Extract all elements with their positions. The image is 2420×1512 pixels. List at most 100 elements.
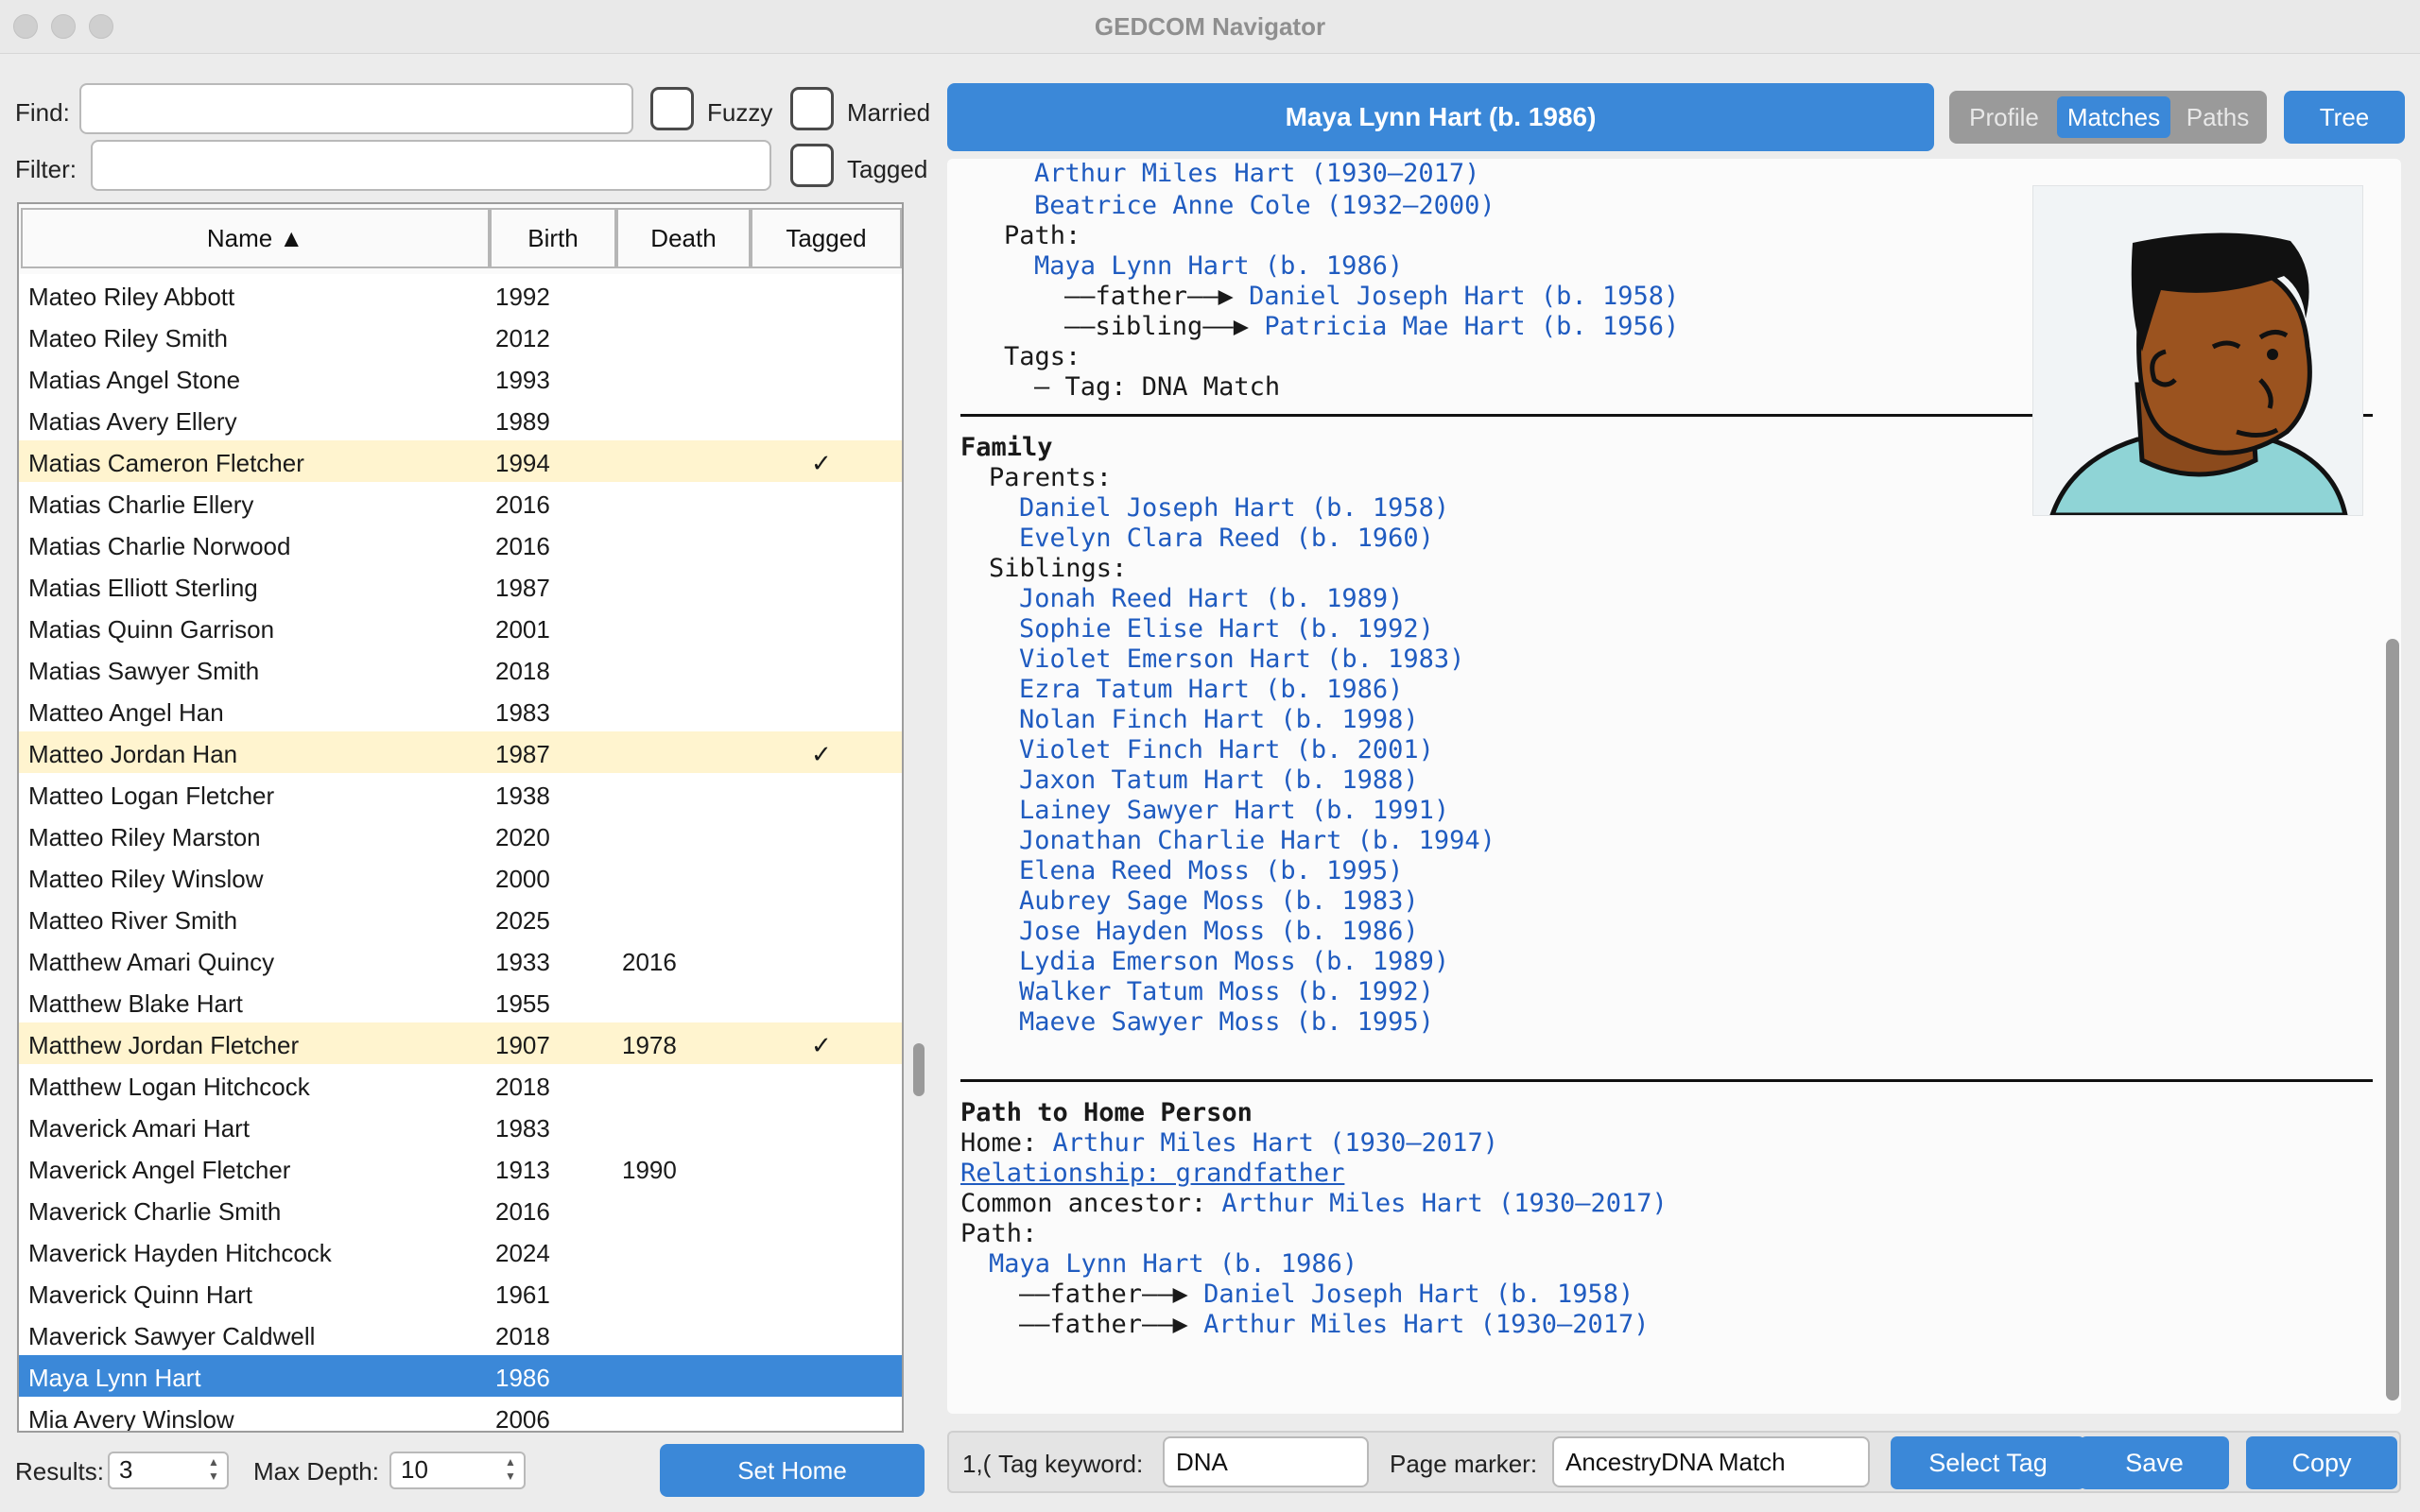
- married-checkbox[interactable]: [790, 87, 834, 130]
- common-ancestor-link[interactable]: Arthur Miles Hart (1930–2017): [1221, 1189, 1667, 1218]
- sibling-link[interactable]: Lainey Sawyer Hart (b. 1991): [1019, 796, 1449, 825]
- person-link[interactable]: Daniel Joseph Hart (b. 1958): [1203, 1280, 1634, 1309]
- title-bar: GEDCOM Navigator: [0, 0, 2420, 54]
- fuzzy-checkbox[interactable]: [650, 87, 694, 130]
- sibling-link[interactable]: Aubrey Sage Moss (b. 1983): [1019, 886, 1419, 916]
- tagged-label: Tagged: [847, 155, 928, 183]
- table-scrollbar[interactable]: [913, 1043, 925, 1096]
- table-row[interactable]: Matteo Riley Winslow 2000: [19, 856, 902, 898]
- save-button[interactable]: Save: [2080, 1436, 2229, 1489]
- select-tag-button[interactable]: Select Tag: [1891, 1436, 2085, 1489]
- person-name-cell: Maverick Quinn Hart: [28, 1280, 252, 1309]
- person-link[interactable]: Arthur Miles Hart (1930–2017): [1203, 1310, 1649, 1339]
- person-link[interactable]: Daniel Joseph Hart (b. 1958): [1249, 282, 1679, 311]
- sibling-link[interactable]: Jonathan Charlie Hart (b. 1994): [1019, 826, 1495, 855]
- table-row[interactable]: Matias Elliott Sterling 1987: [19, 565, 902, 607]
- table-row[interactable]: Matteo Angel Han 1983: [19, 690, 902, 731]
- person-name-cell: Matias Charlie Ellery: [28, 490, 254, 519]
- person-link[interactable]: Maya Lynn Hart (b. 1986): [989, 1249, 1357, 1279]
- relationship-link[interactable]: Relationship: grandfather: [960, 1159, 1344, 1188]
- table-row[interactable]: Mateo Riley Smith 2012: [19, 316, 902, 357]
- table-row[interactable]: Matteo Riley Marston 2020: [19, 815, 902, 856]
- stepper-arrows-icon[interactable]: ▲ ▼: [501, 1455, 520, 1486]
- tab-matches[interactable]: Matches: [2057, 96, 2170, 138]
- find-input[interactable]: [79, 83, 633, 134]
- table-row[interactable]: Maverick Charlie Smith 2016: [19, 1189, 902, 1230]
- sibling-link[interactable]: Violet Finch Hart (b. 2001): [1019, 735, 1434, 765]
- table-row[interactable]: Matias Cameron Fletcher 1994 ✓: [19, 440, 902, 482]
- details-scrollbar[interactable]: [2386, 639, 2399, 1400]
- person-name-cell: Matteo River Smith: [28, 906, 238, 935]
- table-row[interactable]: Maverick Hayden Hitchcock 2024: [19, 1230, 902, 1272]
- tab-profile[interactable]: Profile: [1955, 96, 2053, 138]
- table-row[interactable]: Matteo River Smith 2025: [19, 898, 902, 939]
- copy-button[interactable]: Copy: [2246, 1436, 2397, 1489]
- path-label: Path:: [960, 1219, 1038, 1248]
- table-row[interactable]: Maverick Angel Fletcher 1913 1990: [19, 1147, 902, 1189]
- tag-keyword-input[interactable]: [1163, 1436, 1369, 1487]
- page-marker-input[interactable]: [1552, 1436, 1870, 1487]
- sibling-link[interactable]: Violet Emerson Hart (b. 1983): [1019, 644, 1464, 674]
- birth-cell: 1993: [495, 366, 550, 394]
- person-link[interactable]: Beatrice Anne Cole (1932–2000): [1034, 191, 1495, 220]
- table-row[interactable]: Mateo Riley Abbott 1992: [19, 274, 902, 316]
- column-header-tagged[interactable]: Tagged: [751, 208, 902, 268]
- sibling-link[interactable]: Lydia Emerson Moss (b. 1989): [1019, 947, 1449, 976]
- table-row[interactable]: Matthew Blake Hart 1955: [19, 981, 902, 1022]
- person-link[interactable]: Arthur Miles Hart (1930–2017): [1034, 163, 1479, 188]
- sibling-link[interactable]: Jonah Reed Hart (b. 1989): [1019, 584, 1403, 613]
- sibling-link[interactable]: Jaxon Tatum Hart (b. 1988): [1019, 765, 1419, 795]
- path-step: ——sibling——▶ Patricia Mae Hart (b. 1956): [1064, 312, 1679, 341]
- results-stepper[interactable]: 3 ▲ ▼: [108, 1452, 229, 1489]
- relation-arrow: ——father——▶: [1019, 1280, 1204, 1309]
- sibling-link[interactable]: Jose Hayden Moss (b. 1986): [1019, 917, 1419, 946]
- table-row[interactable]: Matthew Amari Quincy 1933 2016: [19, 939, 902, 981]
- table-row[interactable]: Matias Charlie Ellery 2016: [19, 482, 902, 524]
- birth-cell: 1994: [495, 449, 550, 477]
- column-header-name[interactable]: Name ▲: [21, 208, 490, 268]
- sibling-link[interactable]: Elena Reed Moss (b. 1995): [1019, 856, 1403, 885]
- table-row[interactable]: Maya Lynn Hart 1986: [19, 1355, 902, 1397]
- person-link[interactable]: Patricia Mae Hart (b. 1956): [1264, 312, 1679, 341]
- filter-input[interactable]: [91, 140, 771, 191]
- person-name-cell: Maverick Hayden Hitchcock: [28, 1239, 332, 1267]
- column-header-birth[interactable]: Birth: [490, 208, 616, 268]
- table-row[interactable]: Matteo Jordan Han 1987 ✓: [19, 731, 902, 773]
- parent-link[interactable]: Evelyn Clara Reed (b. 1960): [1019, 524, 1434, 553]
- max-depth-stepper[interactable]: 10 ▲ ▼: [389, 1452, 526, 1489]
- table-row[interactable]: Matias Sawyer Smith 2018: [19, 648, 902, 690]
- common-ancestor-label: Common ancestor:: [960, 1189, 1207, 1218]
- table-row[interactable]: Matias Charlie Norwood 2016: [19, 524, 902, 565]
- tagged-cell: ✓: [811, 1031, 832, 1059]
- parent-link[interactable]: Daniel Joseph Hart (b. 1958): [1019, 493, 1449, 523]
- home-person-link[interactable]: Arthur Miles Hart (1930–2017): [1053, 1128, 1498, 1158]
- table-row[interactable]: Matias Quinn Garrison 2001: [19, 607, 902, 648]
- sibling-link[interactable]: Walker Tatum Moss (b. 1992): [1019, 977, 1434, 1006]
- tab-paths[interactable]: Paths: [2174, 96, 2261, 138]
- table-row[interactable]: Maverick Sawyer Caldwell 2018: [19, 1314, 902, 1355]
- tree-button[interactable]: Tree: [2284, 91, 2405, 144]
- set-home-button[interactable]: Set Home: [660, 1444, 925, 1497]
- birth-cell: 1913: [495, 1156, 550, 1184]
- table-row[interactable]: Maverick Quinn Hart 1961: [19, 1272, 902, 1314]
- birth-cell: 2025: [495, 906, 550, 935]
- birth-cell: 1992: [495, 283, 550, 311]
- table-row[interactable]: Matias Avery Ellery 1989: [19, 399, 902, 440]
- relation-arrow: ——father——▶: [1064, 282, 1250, 311]
- sibling-link[interactable]: Ezra Tatum Hart (b. 1986): [1019, 675, 1403, 704]
- column-header-death[interactable]: Death: [616, 208, 751, 268]
- table-row[interactable]: Matias Angel Stone 1993: [19, 357, 902, 399]
- table-row[interactable]: Maverick Amari Hart 1983: [19, 1106, 902, 1147]
- person-link[interactable]: Maya Lynn Hart (b. 1986): [1034, 251, 1403, 281]
- sibling-link[interactable]: Nolan Finch Hart (b. 1998): [1019, 705, 1419, 734]
- table-row[interactable]: Matthew Logan Hitchcock 2018: [19, 1064, 902, 1106]
- table-row[interactable]: Mia Avery Winslow 2006: [19, 1397, 902, 1431]
- stepper-arrows-icon[interactable]: ▲ ▼: [204, 1455, 223, 1486]
- table-row[interactable]: Matthew Jordan Fletcher 1907 1978 ✓: [19, 1022, 902, 1064]
- tagged-checkbox[interactable]: [790, 144, 834, 187]
- sibling-link[interactable]: Maeve Sawyer Moss (b. 1995): [1019, 1007, 1434, 1037]
- sibling-link[interactable]: Sophie Elise Hart (b. 1992): [1019, 614, 1434, 644]
- path-step: ——father——▶ Arthur Miles Hart (1930–2017…: [1019, 1310, 1649, 1339]
- results-label: Results:: [15, 1457, 104, 1486]
- table-row[interactable]: Matteo Logan Fletcher 1938: [19, 773, 902, 815]
